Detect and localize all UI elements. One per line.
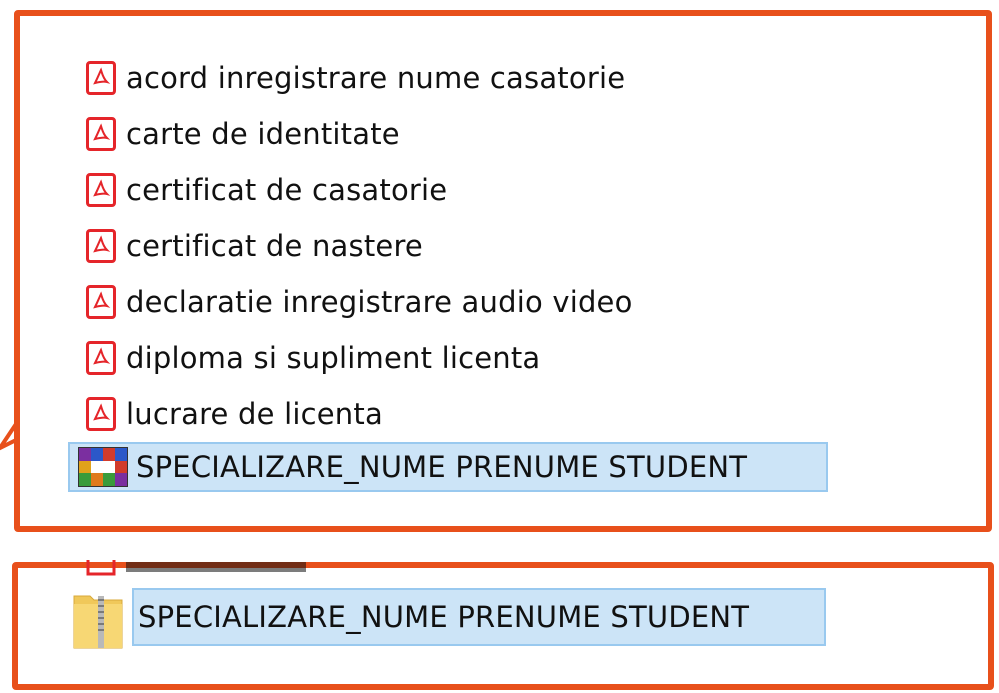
file-name: certificat de casatorie <box>126 173 448 207</box>
file-name: certificat de nastere <box>126 229 423 263</box>
file-name: SPECIALIZARE_NUME PRENUME STUDENT <box>138 600 750 634</box>
file-name: declaratie inregistrare audio video <box>126 285 633 319</box>
pdf-icon <box>86 173 116 207</box>
partial-file-item <box>84 560 384 578</box>
file-name: diploma si supliment licenta <box>126 341 541 375</box>
file-item[interactable]: diploma si supliment licenta <box>68 332 540 384</box>
file-name: acord inregistrare nume casatorie <box>126 61 626 95</box>
pdf-icon <box>86 341 116 375</box>
pdf-icon <box>86 285 116 319</box>
pdf-icon <box>86 61 116 95</box>
file-item-archive-rar[interactable]: SPECIALIZARE_NUME PRENUME STUDENT <box>68 442 828 492</box>
pdf-icon <box>86 229 116 263</box>
file-item[interactable]: certificat de casatorie <box>68 164 447 216</box>
zip-folder-icon <box>73 595 123 649</box>
file-item[interactable]: certificat de nastere <box>68 220 423 272</box>
file-name: SPECIALIZARE_NUME PRENUME STUDENT <box>136 450 748 484</box>
pdf-icon <box>86 117 116 151</box>
file-item[interactable]: declaratie inregistrare audio video <box>68 276 633 328</box>
winrar-archive-icon <box>78 447 128 487</box>
file-item[interactable]: lucrare de licenta <box>68 388 383 440</box>
file-item[interactable]: carte de identitate <box>68 108 400 160</box>
pdf-icon <box>86 397 116 431</box>
file-item-archive-zip[interactable]: SPECIALIZARE_NUME PRENUME STUDENT <box>132 588 826 646</box>
file-item[interactable]: acord inregistrare nume casatorie <box>68 52 625 104</box>
file-name: carte de identitate <box>126 117 400 151</box>
file-name: lucrare de licenta <box>126 397 383 431</box>
